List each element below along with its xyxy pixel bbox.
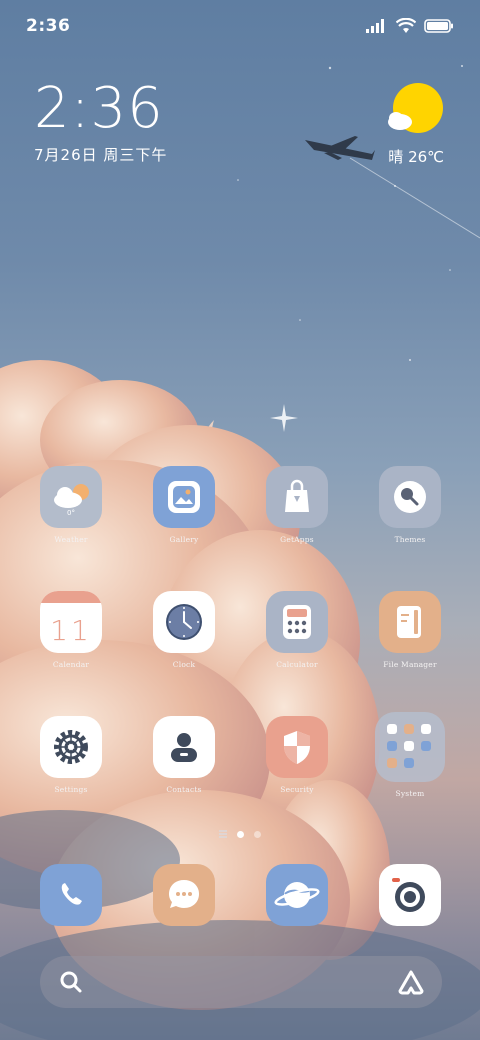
clock-widget[interactable]: 2:36 7月26日 周三下午 [34, 78, 167, 165]
app-label: Calendar [52, 660, 90, 669]
list-icon [219, 830, 227, 838]
weather-widget[interactable]: 晴 26℃ [354, 82, 444, 172]
shield-icon [266, 716, 328, 778]
app-label: GetApps [280, 535, 314, 544]
clock-icon [153, 591, 215, 653]
gear-icon [40, 716, 102, 778]
weather-text: 晴 26℃ [388, 148, 444, 166]
page-dot[interactable] [254, 830, 261, 838]
messages-icon[interactable] [153, 864, 215, 926]
search-bar[interactable] [40, 956, 442, 1008]
assistant-icon[interactable] [396, 969, 426, 995]
clock-time: 2:36 [34, 76, 164, 141]
signal-icon [366, 19, 384, 33]
folder-icon [375, 712, 445, 782]
status-bar: 2:36 [26, 14, 454, 38]
calendar-icon: 11 [40, 591, 102, 653]
browser-planet-icon[interactable] [266, 864, 328, 926]
search-icon[interactable] [58, 969, 84, 995]
shopping-bag-icon [266, 466, 328, 528]
themes-icon [379, 466, 441, 528]
app-calculator[interactable]: Calculator [252, 591, 342, 669]
app-label: Security [280, 785, 314, 794]
app-label: Weather [54, 535, 88, 544]
app-label: Contacts [166, 785, 202, 794]
app-label: Gallery [169, 535, 199, 544]
gallery-icon [153, 466, 215, 528]
status-time: 2:36 [26, 16, 71, 36]
page-dot-active[interactable] [237, 830, 244, 838]
app-label: Clock [172, 660, 196, 669]
app-label: Settings [54, 785, 88, 794]
calendar-day: 11 [50, 614, 92, 647]
app-security[interactable]: Security [252, 716, 342, 794]
app-weather[interactable]: 0° Weather [26, 466, 116, 544]
app-gallery[interactable]: Gallery [139, 466, 229, 544]
camera-icon[interactable] [379, 864, 441, 926]
app-label: Themes [394, 535, 426, 544]
app-file-manager[interactable]: File Manager [365, 591, 455, 669]
app-themes[interactable]: Themes [365, 466, 455, 544]
app-folder-system[interactable]: System [365, 712, 455, 798]
notebook-icon [379, 591, 441, 653]
app-settings[interactable]: Settings [26, 716, 116, 794]
app-clock[interactable]: Clock [139, 591, 229, 669]
app-label: System [395, 789, 425, 798]
sunny-cloudy-icon [388, 83, 443, 133]
app-contacts[interactable]: Contacts [139, 716, 229, 794]
app-calendar[interactable]: 11 Calendar [26, 591, 116, 669]
page-indicator [0, 830, 480, 838]
phone-icon[interactable] [40, 864, 102, 926]
app-getapps[interactable]: GetApps [252, 466, 342, 544]
app-label: File Manager [383, 660, 437, 669]
battery-icon [424, 19, 453, 33]
wifi-icon [396, 18, 416, 33]
calculator-icon [266, 591, 328, 653]
clock-date: 7月26日 周三下午 [34, 146, 168, 164]
app-label: Calculator [276, 660, 318, 669]
weather-icon: 0° [40, 466, 102, 528]
person-icon [153, 716, 215, 778]
weather-temp: 0° [67, 509, 75, 517]
